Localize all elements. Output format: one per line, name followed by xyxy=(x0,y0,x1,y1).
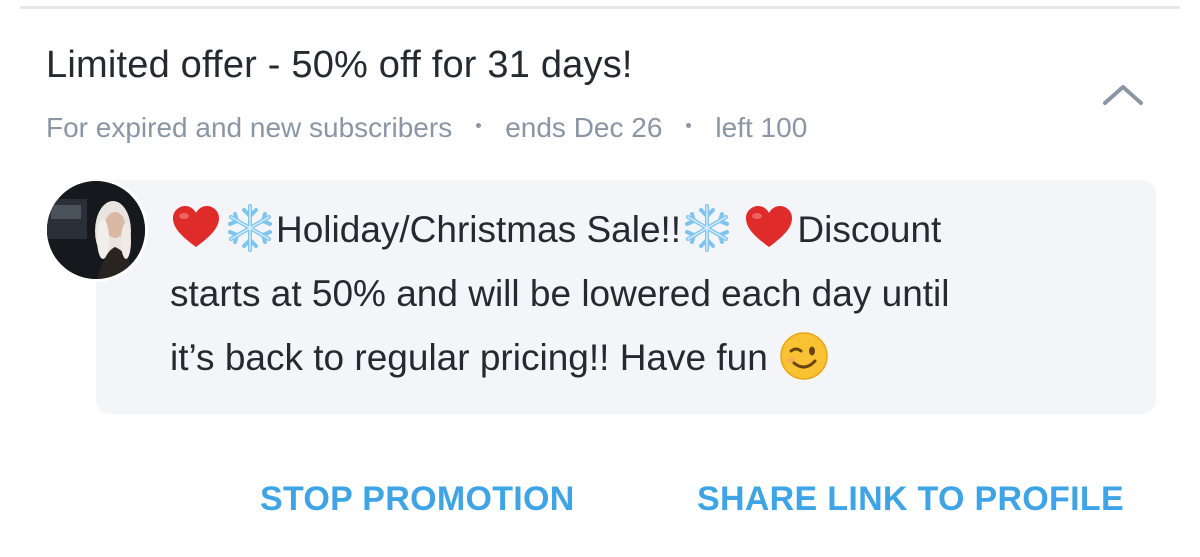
promotion-title: Limited offer - 50% off for 31 days! xyxy=(46,44,633,86)
snowflake-emoji xyxy=(685,204,730,252)
message-text-segment: it’s back to regular pricing!! Have fun xyxy=(170,337,768,378)
collapse-toggle[interactable] xyxy=(1096,72,1150,116)
red-heart-emoji xyxy=(173,206,219,247)
promotion-message: Holiday/Christmas Sale!! Discount starts… xyxy=(170,198,1130,390)
avatar-photo xyxy=(47,181,145,279)
red-heart-emoji xyxy=(746,206,793,247)
message-text-segment: Discount xyxy=(797,209,942,250)
share-link-button[interactable]: SHARE LINK TO PROFILE xyxy=(697,480,1124,519)
stop-promotion-button[interactable]: STOP PROMOTION xyxy=(260,480,575,519)
message-text-segment: Holiday/Christmas Sale!! xyxy=(276,209,682,250)
separator-dot xyxy=(476,122,482,128)
avatar[interactable] xyxy=(44,178,148,282)
message-line-2: starts at 50% and will be lowered each d… xyxy=(170,273,950,314)
chevron-up-icon xyxy=(1103,85,1143,105)
top-divider xyxy=(20,6,1180,9)
winking-face-emoji xyxy=(780,332,828,380)
snowflake-emoji xyxy=(228,204,272,252)
promotion-actions: STOP PROMOTION SHARE LINK TO PROFILE xyxy=(0,480,1200,524)
end-date-text: ends Dec 26 xyxy=(505,112,663,143)
avatar-image xyxy=(47,181,145,279)
message-line-1: Holiday/Christmas Sale!! Discount xyxy=(170,198,1130,262)
promotion-meta: For expired and new subscribers ends Dec… xyxy=(46,112,807,144)
message-line-3: it’s back to regular pricing!! Have fun xyxy=(170,326,1130,390)
audience-text: For expired and new subscribers xyxy=(46,112,453,143)
remaining-count-text: left 100 xyxy=(715,112,808,143)
separator-dot xyxy=(686,122,692,128)
